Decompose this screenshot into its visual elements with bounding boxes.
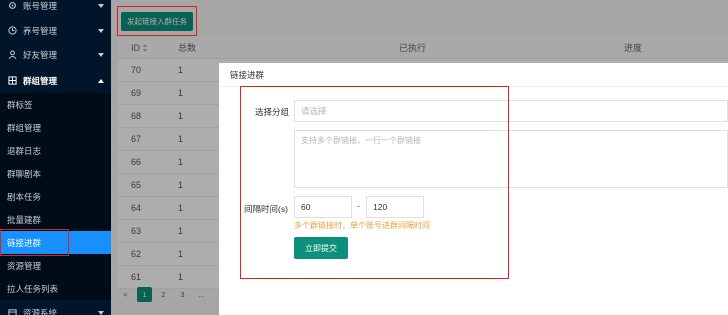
modal-title: 链接进群 — [219, 63, 728, 87]
submenu-resources[interactable]: 资源管理 — [0, 254, 111, 277]
menu-groups-label: 群组管理 — [23, 75, 58, 86]
active-item-highlight — [0, 229, 69, 256]
menu-resource-system[interactable]: 资源系统 — [0, 301, 111, 315]
form-highlight — [240, 86, 509, 279]
launch-button-highlight — [117, 6, 197, 36]
box-icon — [7, 308, 17, 315]
menu-friends-label: 好友管理 — [23, 49, 58, 60]
submenu-leave-log[interactable]: 退群日志 — [0, 139, 111, 162]
menu-nurture-label: 养号管理 — [23, 25, 58, 36]
submenu-group-script[interactable]: 群聊剧本 — [0, 162, 111, 185]
menu-account-label: 账号管理 — [23, 0, 58, 11]
clock-icon — [7, 26, 17, 36]
sidebar: 账号管理 养号管理 好友管理 群组管理 群标签 群组管理 退群日志 群聊剧本 剧… — [0, 0, 111, 315]
menu-friends[interactable]: 好友管理 — [0, 43, 111, 66]
chevron-down-icon — [98, 3, 104, 8]
chevron-down-icon — [98, 310, 104, 315]
menu-groups[interactable]: 群组管理 — [0, 69, 111, 92]
submenu-group-tags[interactable]: 群标签 — [0, 93, 111, 116]
chevron-down-icon — [98, 52, 104, 57]
submenu-batch-create[interactable]: 批量建群 — [0, 208, 111, 231]
chevron-up-icon — [98, 78, 104, 83]
chevron-down-icon — [98, 28, 104, 33]
submenu-pull-tasks[interactable]: 拉人任务列表 — [0, 277, 111, 300]
menu-resource-system-label: 资源系统 — [23, 307, 58, 315]
submenu-script-tasks[interactable]: 剧本任务 — [0, 185, 111, 208]
menu-nurture[interactable]: 养号管理 — [0, 19, 111, 42]
user-icon — [7, 50, 17, 60]
submenu-group-manage[interactable]: 群组管理 — [0, 116, 111, 139]
gear-icon — [7, 1, 17, 11]
menu-account[interactable]: 账号管理 — [0, 0, 111, 17]
group-icon — [7, 76, 17, 86]
